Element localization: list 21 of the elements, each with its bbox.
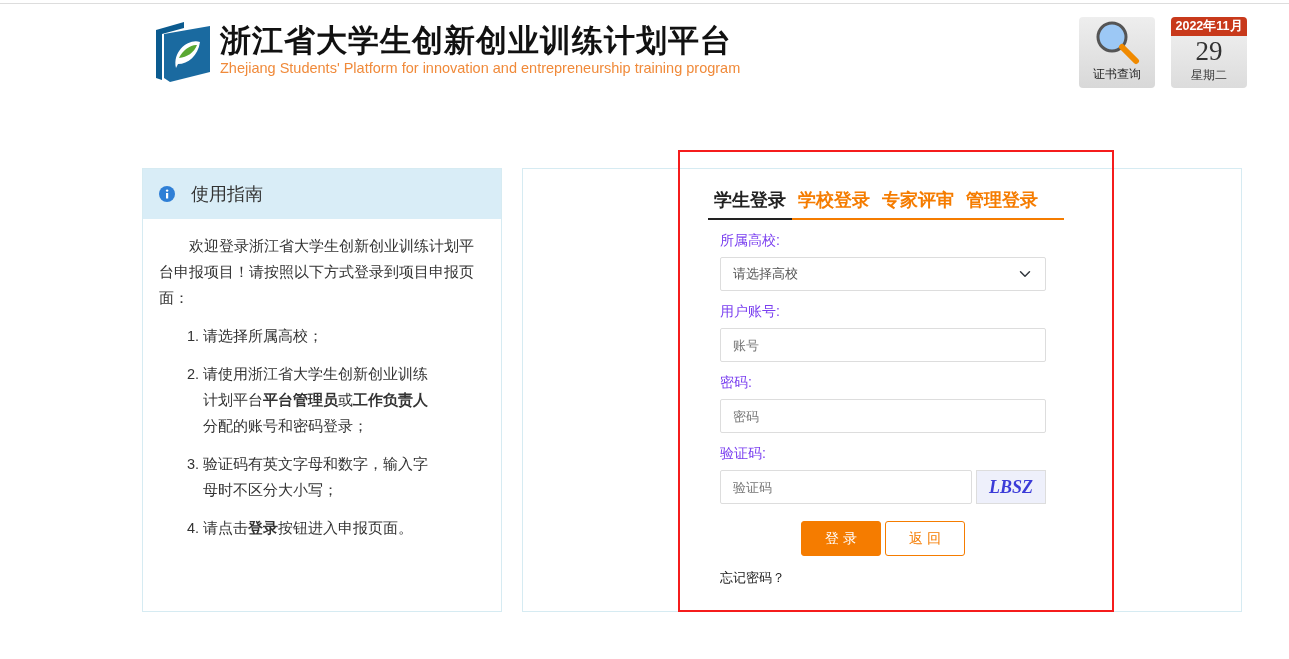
- guide-intro: 欢迎登录浙江省大学生创新创业训练计划平台申报项目！请按照以下方式登录到项目申报页面：: [159, 236, 475, 308]
- field-label: 所属高校:: [720, 231, 781, 250]
- guide-title: 使用指南: [191, 182, 263, 206]
- guide-step: 2. 请使用浙江省大学生创新创业训练计划平台平台管理员或工作负责人分配的账号和密码登录；: [187, 361, 432, 439]
- guide-step: 4. 请点击登录按钮进入申报页面。: [187, 515, 432, 541]
- guide-step: 1. 请选择所属高校；: [187, 323, 432, 349]
- site-title: 浙江省大学生创新创业训练计划平台: [220, 24, 733, 59]
- captcha-input[interactable]: 验证码: [720, 470, 972, 504]
- school-select[interactable]: 请选择高校: [720, 257, 1046, 291]
- calendar-widget: 2022年11月 29 星期二: [1171, 16, 1247, 88]
- captcha-image[interactable]: LBSZ: [976, 470, 1046, 504]
- forgot-password-link[interactable]: 忘记密码？: [720, 568, 1241, 588]
- guide-step: 3. 验证码有英文字母和数字，输入字母时不区分大小写；: [187, 451, 432, 503]
- site-subtitle: Zhejiang Students' Platform for innovation and entrepreneurship training program: [220, 59, 741, 79]
- password-input[interactable]: 密码: [720, 399, 1046, 433]
- field-label: 验证码:: [720, 444, 767, 463]
- certificate-search-button[interactable]: 证书查询: [1079, 16, 1155, 88]
- field-label: 密码:: [720, 373, 753, 392]
- field-label: 用户账号:: [720, 302, 781, 321]
- account-input[interactable]: 账号: [720, 328, 1046, 362]
- login-tab[interactable]: 学生登录: [708, 187, 792, 220]
